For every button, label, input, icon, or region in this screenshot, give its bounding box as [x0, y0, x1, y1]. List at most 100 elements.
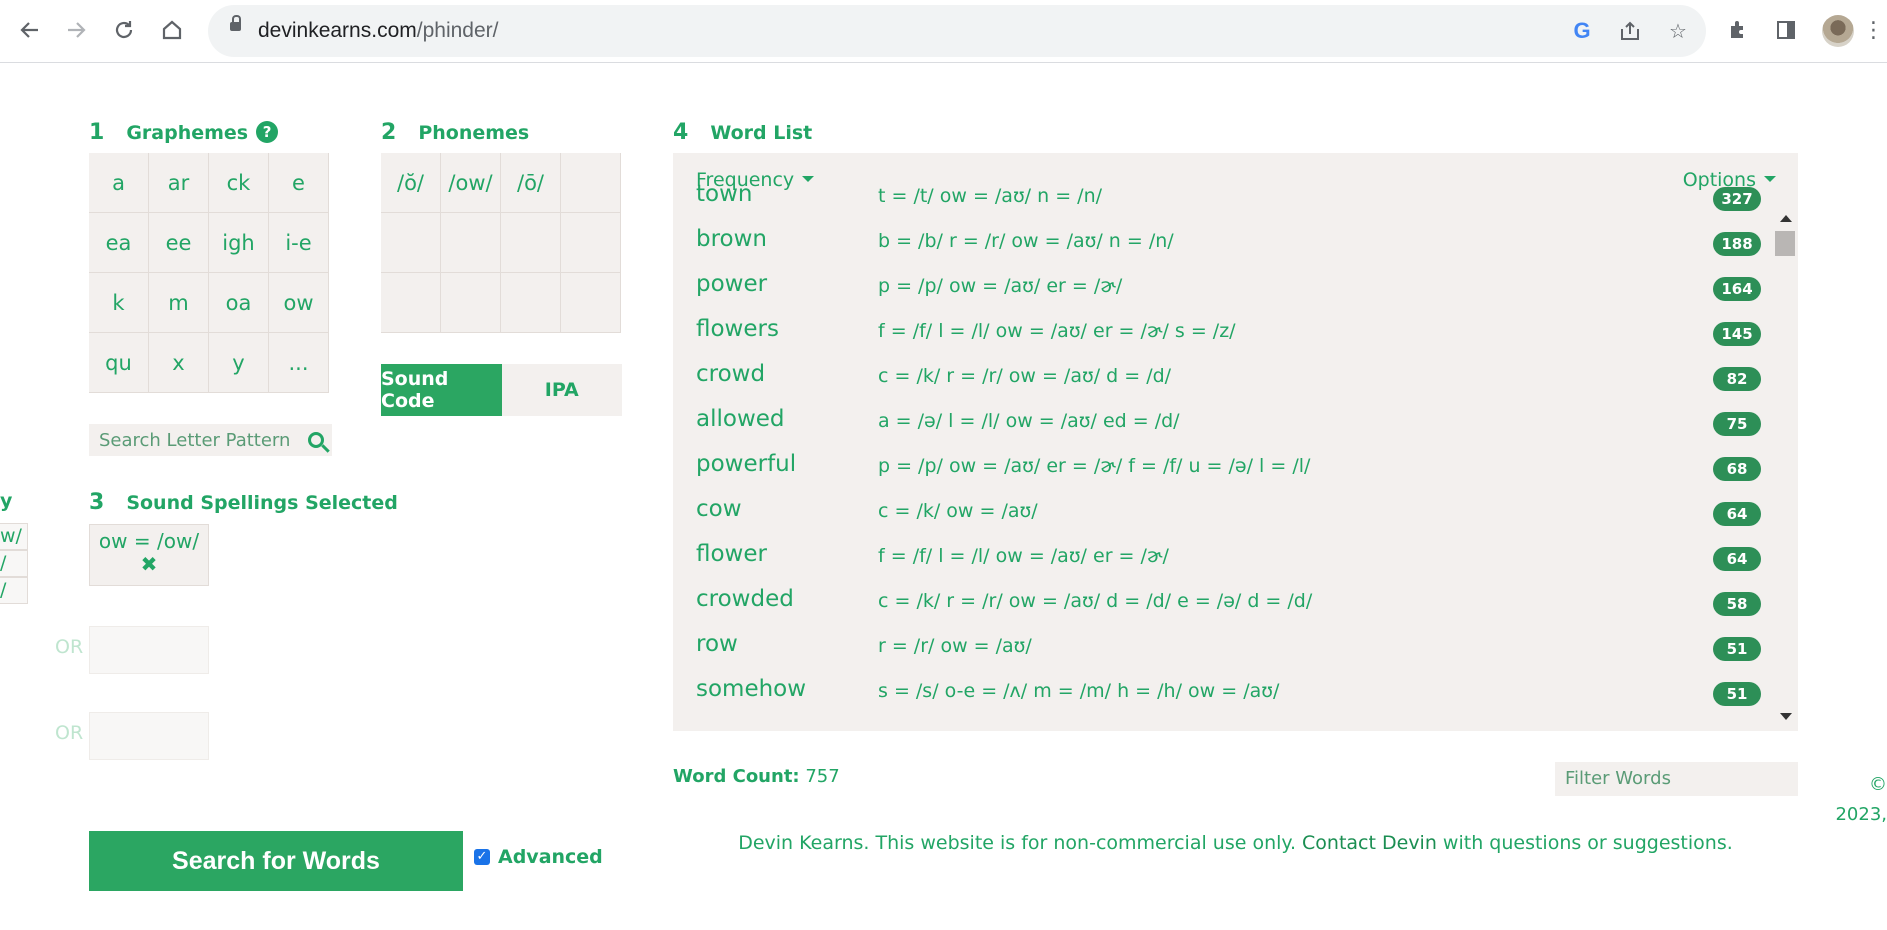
word-row[interactable]: allowed a = /ə/ l = /l/ ow = /aʊ/ ed = /d…	[673, 406, 1798, 451]
phoneme-cell[interactable]	[441, 213, 501, 273]
phoneme-cell[interactable]	[561, 153, 621, 213]
filter-words-input[interactable]: Filter Words	[1555, 762, 1798, 796]
ipa-toggle[interactable]: IPA	[501, 364, 622, 416]
word-text[interactable]: brown	[696, 226, 767, 252]
grapheme-cell[interactable]: i-e	[269, 213, 329, 273]
grapheme-cell[interactable]: oa	[209, 273, 269, 333]
advanced-option[interactable]: ✓ Advanced	[474, 846, 603, 868]
grapheme-cell[interactable]: a	[89, 153, 149, 213]
word-text[interactable]: flowers	[696, 316, 779, 342]
word-list-scrollbar[interactable]	[1774, 215, 1796, 720]
word-breakdown: a = /ə/ l = /l/ ow = /aʊ/ ed = /d/	[878, 410, 1180, 432]
search-for-words-button[interactable]: Search for Words	[89, 831, 463, 891]
grapheme-cell[interactable]: ea	[89, 213, 149, 273]
word-text[interactable]: crowded	[696, 586, 794, 612]
phoneme-cell[interactable]	[441, 273, 501, 333]
word-text[interactable]: town	[696, 181, 752, 207]
copyright-symbol: ©	[1869, 774, 1887, 795]
google-icon[interactable]: G	[1568, 17, 1596, 45]
reload-button[interactable]	[106, 12, 142, 48]
share-icon[interactable]	[1616, 17, 1644, 45]
url-domain: devinkearns.com	[258, 19, 417, 42]
word-text[interactable]: allowed	[696, 406, 785, 432]
word-count-value: 757	[805, 766, 840, 787]
word-row[interactable]: row r = /r/ ow = /aʊ/51	[673, 631, 1798, 676]
or-label: OR	[55, 636, 84, 658]
word-row[interactable]: crowded c = /k/ r = /r/ ow = /aʊ/ d = /d/…	[673, 586, 1798, 631]
word-text[interactable]: somehow	[696, 676, 806, 702]
grapheme-cell[interactable]: ow	[269, 273, 329, 333]
grapheme-cell[interactable]: x	[149, 333, 209, 393]
home-button[interactable]	[154, 12, 190, 48]
footer-notice-end: with questions or suggestions.	[1436, 832, 1733, 854]
advanced-checkbox[interactable]: ✓	[474, 849, 490, 865]
scroll-down-icon[interactable]	[1780, 713, 1792, 720]
word-text[interactable]: cow	[696, 496, 742, 522]
help-icon[interactable]: ?	[256, 121, 279, 143]
sound-code-toggle[interactable]: Sound Code	[381, 364, 502, 416]
letter-pattern-input[interactable]: Search Letter Pattern	[89, 430, 308, 451]
phoneme-cell[interactable]	[381, 213, 441, 273]
word-row[interactable]: brown b = /b/ r = /r/ ow = /aʊ/ n = /n/18…	[673, 226, 1798, 271]
side-panel-icon[interactable]	[1768, 12, 1804, 48]
remove-icon[interactable]: ✖	[90, 553, 208, 575]
word-text[interactable]: flower	[696, 541, 767, 567]
selected-spelling-label: ow = /ow/	[98, 529, 200, 553]
word-row[interactable]: somehow s = /s/ o-e = /ʌ/ m = /m/ h = /h/…	[673, 676, 1798, 721]
extensions-icon[interactable]	[1720, 12, 1756, 48]
grapheme-cell[interactable]: igh	[209, 213, 269, 273]
word-row[interactable]: power p = /p/ ow = /aʊ/ er = /ɚ/164	[673, 271, 1798, 316]
clipped-fragment: /	[0, 550, 28, 577]
arrow-right-icon	[68, 22, 86, 38]
phoneme-cell[interactable]: /ō/	[501, 153, 561, 213]
phoneme-cell[interactable]	[561, 273, 621, 333]
word-text[interactable]: row	[696, 631, 738, 657]
grapheme-cell[interactable]: ee	[149, 213, 209, 273]
word-row[interactable]: town t = /t/ ow = /aʊ/ n = /n/327	[673, 181, 1798, 226]
address-bar[interactable]: devinkearns.com/phinder/ G ☆	[208, 5, 1706, 57]
grapheme-cell[interactable]: qu	[89, 333, 149, 393]
word-text[interactable]: power	[696, 271, 767, 297]
grapheme-cell[interactable]: ck	[209, 153, 269, 213]
scroll-thumb[interactable]	[1775, 231, 1795, 256]
phoneme-cell[interactable]: /ŏ/	[381, 153, 441, 213]
grapheme-cell[interactable]: m	[149, 273, 209, 333]
word-list-panel[interactable]: Frequency Options town t = /t/ ow = /aʊ/ …	[673, 153, 1798, 731]
grapheme-cell[interactable]: ar	[149, 153, 209, 213]
grapheme-cell[interactable]: y	[209, 333, 269, 393]
word-text[interactable]: powerful	[696, 451, 796, 477]
grapheme-cell[interactable]: k	[89, 273, 149, 333]
letter-pattern-search[interactable]: Search Letter Pattern	[89, 424, 332, 456]
phoneme-cell[interactable]	[561, 213, 621, 273]
selected-spelling-chip: ow = /ow/ ✖	[89, 524, 209, 586]
word-breakdown: c = /k/ r = /r/ ow = /aʊ/ d = /d/	[878, 365, 1172, 387]
scroll-up-icon[interactable]	[1780, 215, 1792, 222]
word-row[interactable]: flowers f = /f/ l = /l/ ow = /aʊ/ er = /ɚ…	[673, 316, 1798, 361]
word-row[interactable]: flower f = /f/ l = /l/ ow = /aʊ/ er = /ɚ/…	[673, 541, 1798, 586]
phoneme-cell[interactable]: /ow/	[441, 153, 501, 213]
phoneme-cell[interactable]	[501, 213, 561, 273]
or-spelling-slot-1[interactable]	[89, 626, 209, 674]
or-spelling-slot-2[interactable]	[89, 712, 209, 760]
menu-kebab-icon[interactable]: ⋮	[1860, 12, 1887, 48]
contact-link[interactable]: Contact Devin	[1302, 832, 1437, 854]
phoneme-grid: /ŏ//ow//ō/	[381, 153, 621, 333]
section-title: Word List	[710, 122, 813, 144]
phoneme-cell[interactable]	[381, 273, 441, 333]
word-row[interactable]: cow c = /k/ ow = /aʊ/64	[673, 496, 1798, 541]
word-row[interactable]: powerful p = /p/ ow = /aʊ/ er = /ɚ/ f = /…	[673, 451, 1798, 496]
bookmark-star-icon[interactable]: ☆	[1664, 17, 1692, 45]
frequency-badge: 64	[1713, 547, 1761, 571]
search-icon[interactable]	[308, 432, 324, 448]
frequency-badge: 188	[1713, 232, 1761, 256]
word-text[interactable]: crowd	[696, 361, 765, 387]
grapheme-cell[interactable]: e	[269, 153, 329, 213]
word-row[interactable]: crowd c = /k/ r = /r/ ow = /aʊ/ d = /d/82	[673, 361, 1798, 406]
home-icon	[162, 20, 182, 40]
profile-avatar[interactable]	[1822, 15, 1854, 47]
grapheme-cell[interactable]: ...	[269, 333, 329, 393]
forward-button[interactable]	[58, 12, 94, 48]
url-text[interactable]: devinkearns.com/phinder/	[258, 19, 498, 43]
back-button[interactable]	[12, 12, 48, 48]
phoneme-cell[interactable]	[501, 273, 561, 333]
